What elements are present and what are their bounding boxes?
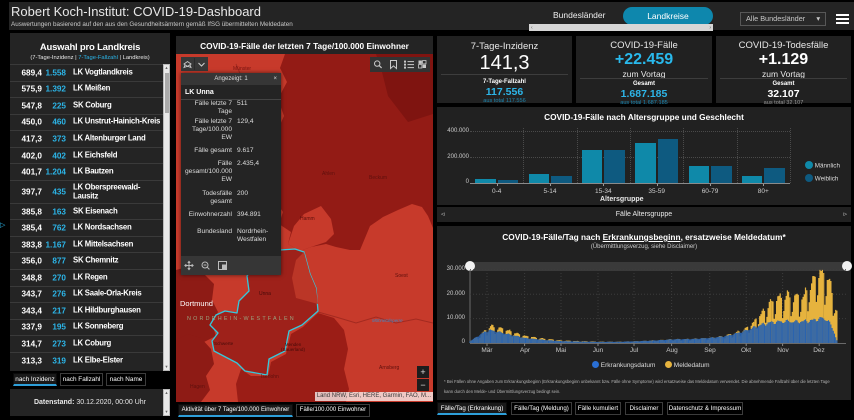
svg-text:Arnsberg: Arnsberg bbox=[379, 365, 400, 371]
svg-text:Dortmund: Dortmund bbox=[180, 299, 213, 308]
svg-text:Ahlen: Ahlen bbox=[322, 171, 335, 177]
svg-text:Iserlohn: Iserlohn bbox=[261, 374, 279, 380]
svg-text:Münster: Münster bbox=[233, 66, 251, 72]
svg-text:(Sauerland): (Sauerland) bbox=[281, 347, 305, 352]
svg-text:Schwerte: Schwerte bbox=[214, 341, 234, 346]
svg-text:Soest: Soest bbox=[395, 273, 408, 279]
svg-text:Unna: Unna bbox=[259, 291, 271, 297]
svg-text:Hamm: Hamm bbox=[300, 216, 315, 222]
svg-text:NORDRHEIN-WESTFALEN: NORDRHEIN-WESTFALEN bbox=[187, 316, 296, 322]
svg-text:Hagen: Hagen bbox=[190, 384, 205, 390]
svg-text:Beckum: Beckum bbox=[369, 175, 387, 181]
svg-text:Möhnetalsperre: Möhnetalsperre bbox=[372, 318, 403, 323]
